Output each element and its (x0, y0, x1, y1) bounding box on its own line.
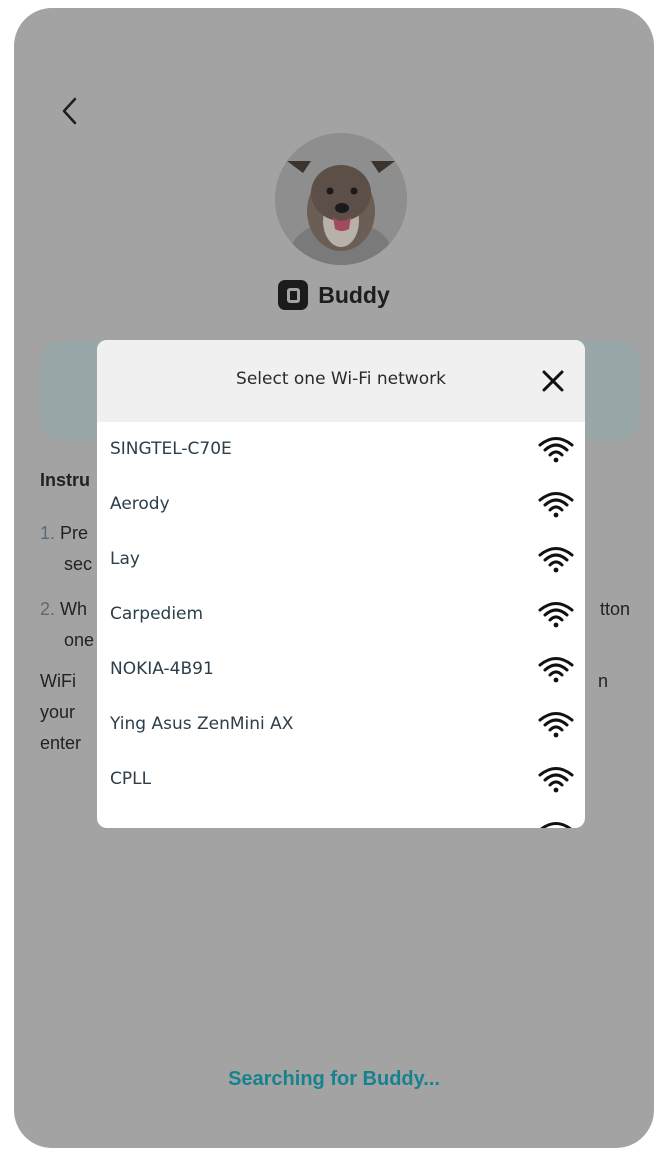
network-item[interactable]: Ying Asus ZenMini AX (97, 697, 585, 752)
network-list[interactable]: SINGTEL-C70E Aerody Lay Carpediem NOKIA-4B91… (97, 422, 585, 828)
network-name: Carpediem (110, 604, 204, 624)
network-item[interactable]: Aerody (97, 477, 585, 532)
wifi-icon (537, 654, 575, 684)
network-item[interactable]: Lay (97, 532, 585, 587)
dog-photo (275, 133, 407, 265)
searching-status: Searching for Buddy... (228, 1068, 440, 1090)
network-name: Aerody (110, 494, 170, 514)
step-1-number: 1. (40, 523, 56, 543)
network-item[interactable]: NOKIA-4B91 (97, 642, 585, 697)
network-name: Lay (110, 549, 140, 569)
network-name: SINGTEL-C70E (110, 439, 232, 459)
step-2-number: 2. (40, 599, 56, 619)
step-2-tail: tton (600, 599, 631, 619)
network-name: CPLL (110, 769, 152, 789)
step-2-text: Wh (60, 599, 88, 619)
network-name: NOKIA-4B91 (110, 659, 214, 679)
wifi-select-modal: Select one Wi-Fi network SINGTEL-C70E Aer… (97, 340, 585, 828)
device-icon (278, 280, 309, 310)
step-1-text: Pre (60, 523, 89, 543)
network-item-partial[interactable] (97, 807, 585, 828)
close-icon (542, 370, 564, 392)
network-item[interactable]: Carpediem (97, 587, 585, 642)
wifi-icon (537, 599, 575, 629)
close-button[interactable] (541, 369, 565, 393)
modal-title: Select one Wi-Fi network (236, 369, 446, 389)
network-item[interactable]: CPLL (97, 752, 585, 807)
wifi-icon (537, 819, 575, 828)
device-header: Buddy (14, 280, 654, 310)
chevron-left-icon (62, 97, 77, 125)
network-name: Ying Asus ZenMini AX (110, 714, 294, 734)
wifi-icon (537, 764, 575, 794)
instructions-title: Instru (40, 470, 91, 490)
modal-header: Select one Wi-Fi network (97, 340, 585, 422)
wifi-paragraph-text: WiFi (40, 671, 76, 691)
wifi-paragraph-tail: n (598, 671, 609, 691)
wifi-icon (537, 544, 575, 574)
device-name: Buddy (318, 281, 390, 308)
back-button[interactable] (54, 93, 84, 129)
network-item[interactable]: SINGTEL-C70E (97, 422, 585, 477)
pet-avatar (275, 133, 407, 265)
wifi-icon (537, 709, 575, 739)
wifi-icon (537, 434, 575, 464)
wifi-icon (537, 489, 575, 519)
